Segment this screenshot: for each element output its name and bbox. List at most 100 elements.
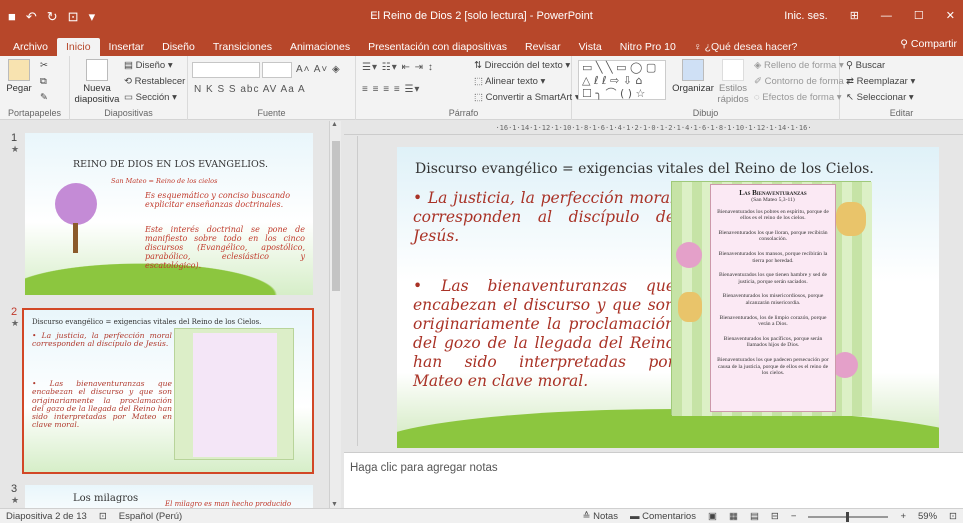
paste-button[interactable]: Pegar xyxy=(4,59,34,94)
select-button[interactable]: ↖ Seleccionar ▾ xyxy=(846,92,914,103)
thumbnail-slide-2-selected[interactable]: Discurso evangélico = exigencias vitales… xyxy=(22,308,314,474)
ribbon-display-icon[interactable]: ⊞ xyxy=(850,9,859,22)
zoom-slider[interactable] xyxy=(808,511,889,522)
font-grow-shrink-icon[interactable]: A˄ A˅ ◈ xyxy=(296,64,341,75)
zoom-in-icon[interactable]: + xyxy=(900,511,906,522)
paste-label: Pegar xyxy=(6,83,32,94)
tab-animaciones[interactable]: Animaciones xyxy=(281,38,359,56)
notes-pane[interactable]: Haga clic para agregar notas xyxy=(344,452,963,508)
zoom-slider-thumb[interactable] xyxy=(846,511,850,522)
beatitudes-image-frame[interactable]: Las Bienaventuranzas (San Mateo 5,3-11) … xyxy=(671,181,872,416)
text-direction-button[interactable]: ⇅ Dirección del texto ▾ xyxy=(474,60,570,71)
notes-placeholder: Haga clic para agregar notas xyxy=(350,462,498,474)
slide-sorter-icon[interactable]: ▦ xyxy=(729,511,738,522)
slide-number-1: 1 xyxy=(11,132,18,144)
cut-icon[interactable]: ✂ xyxy=(40,60,48,71)
ribbon-tabs: Archivo Inicio Insertar Diseño Transicio… xyxy=(0,34,963,56)
section-button[interactable]: ▭ Sección ▾ xyxy=(124,92,177,103)
text-direction-label: Dirección del texto xyxy=(484,60,563,71)
fit-slide-icon[interactable]: ⊡ xyxy=(949,511,957,522)
tab-inicio[interactable]: Inicio xyxy=(57,38,100,56)
slide-title[interactable]: Discurso evangélico = exigencias vitales… xyxy=(415,161,874,177)
font-size-select[interactable] xyxy=(262,62,292,78)
beatitudes-ref: (San Mateo 5,3-11) xyxy=(751,197,795,203)
layout-button[interactable]: ▤ Diseño ▾ xyxy=(124,60,173,71)
tell-me-text: ¿Qué desea hacer? xyxy=(704,41,798,53)
slide-bullet-2[interactable]: • Las bienaventuranzas que encabezan el … xyxy=(413,277,675,391)
scroll-up-icon[interactable]: ▲ xyxy=(331,121,338,128)
tab-archivo[interactable]: Archivo xyxy=(4,38,57,56)
tab-insertar[interactable]: Insertar xyxy=(100,38,154,56)
beatitude-2: Bienaventurados los que lloran, porque r… xyxy=(718,229,828,243)
comment-icon: ▬ xyxy=(629,511,643,522)
tab-diseno[interactable]: Diseño xyxy=(153,38,204,56)
notes-toggle[interactable]: ≙ Notas xyxy=(583,511,618,522)
reset-button[interactable]: ⟲ Restablecer xyxy=(124,76,185,87)
tab-vista[interactable]: Vista xyxy=(570,38,611,56)
smartart-button[interactable]: ⬚ Convertir a SmartArt ▾ xyxy=(474,92,580,103)
notes-icon: ≙ xyxy=(582,511,594,522)
font-family-select[interactable] xyxy=(192,62,260,78)
align-text-button[interactable]: ⬚ Alinear texto ▾ xyxy=(474,76,545,87)
signin-link[interactable]: Inic. ses. xyxy=(784,10,827,22)
scrollbar-thumb[interactable] xyxy=(332,141,340,291)
arrange-button[interactable]: Organizar xyxy=(672,59,714,94)
zoom-out-icon[interactable]: − xyxy=(791,511,797,522)
beatitude-6: Bienaventurados, los de limpio corazón, … xyxy=(719,314,827,328)
slide-bullet-2-text: Las bienaventuranzas que encabezan el di… xyxy=(413,277,675,390)
slideshow-icon[interactable]: ⊟ xyxy=(771,511,779,522)
tab-nitro[interactable]: Nitro Pro 10 xyxy=(611,38,685,56)
thumb2-bullet-2: • Las bienaventuranzas que encabezan el … xyxy=(32,379,172,430)
share-button[interactable]: ⚲ Compartir xyxy=(900,38,957,50)
slide-number-3: 3 xyxy=(11,483,18,495)
close-icon[interactable]: ✕ xyxy=(946,9,955,22)
group-paragraph: ☰▾ ☷▾ ⇤ ⇥ ↕ ≡ ≡ ≡ ≡ ☰▾ ⇅ Dirección del t… xyxy=(356,56,580,120)
reading-view-icon[interactable]: ▤ xyxy=(750,511,759,522)
main-slide-canvas[interactable]: Discurso evangélico = exigencias vitales… xyxy=(397,147,939,448)
tab-revisar[interactable]: Revisar xyxy=(516,38,570,56)
normal-view-icon[interactable]: ▣ xyxy=(708,511,717,522)
comments-toggle[interactable]: ▬ Comentarios xyxy=(630,511,696,522)
new-slide-button[interactable]: Nueva diapositiva xyxy=(74,59,120,105)
thumb2-bullet-1-text: La justicia, la perfección moral corresp… xyxy=(32,331,172,349)
replace-label: Reemplazar xyxy=(856,76,908,87)
shape-outline-button[interactable]: ✐ Contorno de forma ▾ xyxy=(754,76,851,87)
list-buttons-icon[interactable]: ☰▾ ☷▾ ⇤ ⇥ ↕ xyxy=(362,62,434,73)
group-editing: ⚲ Buscar ⇄ Reemplazar ▾ ↖ Seleccionar ▾ … xyxy=(840,56,963,120)
tab-transiciones[interactable]: Transiciones xyxy=(204,38,281,56)
thumbnail-slide-1[interactable]: REINO DE DIOS EN LOS EVANGELIOS. San Mat… xyxy=(25,133,313,295)
thumb3-subtitle: El milagro es man hecho producido xyxy=(165,500,292,508)
thumb2-bullet-2-text: Las bienaventuranzas que encabezan el di… xyxy=(32,379,172,430)
scroll-down-icon[interactable]: ▼ xyxy=(331,501,338,508)
cursor-icon: ↖ xyxy=(846,92,857,103)
bullet-dot: • xyxy=(413,277,442,295)
thumbnail-scrollbar[interactable]: ▲ ▼ xyxy=(329,121,341,510)
copy-icon[interactable]: ⧉ xyxy=(40,76,47,87)
slide-bullet-1[interactable]: • La justicia, la perfección moral corre… xyxy=(413,189,675,246)
find-button[interactable]: ⚲ Buscar xyxy=(846,60,885,71)
teddy-bear-decoration xyxy=(678,292,702,322)
title-bar: ■ ↶ ↻ ⊡ ▾ El Reino de Dios 2 [solo lectu… xyxy=(0,0,963,34)
vertical-ruler xyxy=(344,136,358,446)
spellcheck-icon[interactable]: ⊡ xyxy=(99,511,107,522)
shape-fill-button[interactable]: ◈ Relleno de forma ▾ xyxy=(754,60,844,71)
minimize-icon[interactable]: — xyxy=(881,10,892,22)
thumb1-p1: Es esquemático y conciso buscando explic… xyxy=(145,191,291,209)
slide-thumbnail-panel[interactable]: 1 ★ REINO DE DIOS EN LOS EVANGELIOS. San… xyxy=(0,121,344,510)
shape-effects-button[interactable]: ◌ Efectos de forma ▾ xyxy=(754,92,842,103)
tab-presentacion[interactable]: Presentación con diapositivas xyxy=(359,38,516,56)
thumbnail-slide-3[interactable]: Los milagros El milagro es man hecho pro… xyxy=(25,485,313,510)
quick-styles-button[interactable]: Estilos rápidos xyxy=(716,59,750,105)
select-label: Seleccionar xyxy=(856,92,907,103)
align-buttons-icon[interactable]: ≡ ≡ ≡ ≡ ☰▾ xyxy=(362,84,420,95)
language-indicator[interactable]: Español (Perú) xyxy=(119,511,182,522)
maximize-icon[interactable]: ☐ xyxy=(914,9,924,22)
layout-icon: ▤ xyxy=(124,60,136,71)
zoom-level[interactable]: 59% xyxy=(918,511,937,522)
format-painter-icon[interactable]: ✎ xyxy=(40,92,48,103)
replace-button[interactable]: ⇄ Reemplazar ▾ xyxy=(846,76,915,87)
tell-me-box[interactable]: ♀ ¿Qué desea hacer? xyxy=(685,38,807,56)
slide-number-2: 2 xyxy=(11,306,18,318)
shapes-gallery[interactable]: ▭ ╲ ╲ ▭ ◯ ▢ △ ℓ ℓ ⇨ ⇩ ⌂ ☐ ╮ ⌒ ( ) ☆ xyxy=(578,60,666,100)
font-format-buttons[interactable]: N K S S abc AV Aa A xyxy=(194,84,306,95)
